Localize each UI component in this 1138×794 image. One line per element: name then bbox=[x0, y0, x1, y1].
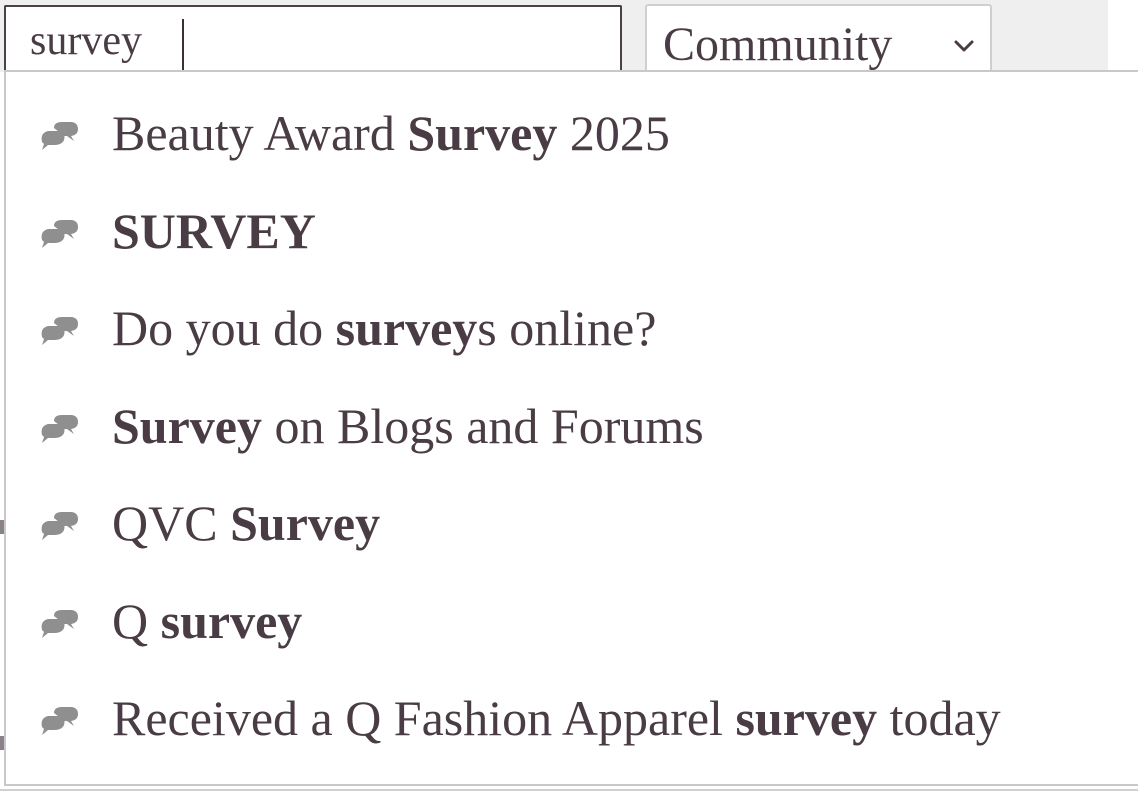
suggestions-dropdown: Beauty Award Survey 2025 SURVEY Do you do … bbox=[4, 70, 1138, 786]
suggestion-text-part: Beauty Award bbox=[112, 105, 408, 161]
chat-bubbles-icon bbox=[41, 317, 78, 345]
match-highlight: Survey bbox=[407, 105, 558, 161]
suggestion-label: Beauty Award Survey 2025 bbox=[112, 100, 670, 166]
suggestion-item[interactable]: QVC Survey bbox=[6, 476, 1136, 572]
suggestion-text-part: on Blogs and Forums bbox=[262, 397, 704, 454]
suggestion-item[interactable]: Received a Q Fashion Apparel survey toda… bbox=[6, 671, 1136, 767]
chat-bubbles-icon bbox=[41, 122, 78, 150]
match-highlight: Survey bbox=[112, 397, 262, 454]
chat-bubbles-icon bbox=[41, 609, 78, 638]
divider bbox=[0, 789, 1138, 791]
suggestion-label: Received a Q Fashion Apparel survey toda… bbox=[112, 685, 1001, 751]
suggestion-item[interactable]: SURVEY bbox=[6, 184, 1136, 280]
suggestion-text-part: 2025 bbox=[557, 105, 670, 161]
match-highlight: survey bbox=[735, 690, 878, 746]
suggestion-item[interactable]: Do you do surveys online? bbox=[6, 281, 1136, 377]
scope-selected-label: Community bbox=[663, 18, 893, 71]
suggestion-item[interactable]: Beauty Award Survey 2025 bbox=[6, 86, 1136, 182]
chat-bubbles-icon bbox=[41, 414, 78, 443]
suggestion-text-part: Do you do bbox=[112, 300, 336, 356]
match-highlight: survey bbox=[335, 300, 478, 356]
match-highlight: Survey bbox=[230, 495, 381, 551]
suggestion-label: QVC Survey bbox=[112, 490, 380, 556]
suggestion-item[interactable]: Q survey bbox=[6, 574, 1136, 670]
text-caret bbox=[182, 19, 184, 71]
search-input[interactable] bbox=[30, 11, 590, 71]
suggestion-label: SURVEY bbox=[112, 198, 316, 264]
search-box[interactable] bbox=[4, 5, 622, 75]
suggestion-label: Survey on Blogs and Forums bbox=[112, 393, 704, 459]
match-highlight: survey bbox=[160, 592, 303, 649]
suggestion-text-part: QVC bbox=[112, 495, 231, 551]
suggestion-label: Do you do surveys online? bbox=[112, 295, 656, 361]
suggestion-text-part: today bbox=[877, 690, 1001, 746]
suggestion-label: Q survey bbox=[112, 588, 302, 654]
chat-bubbles-icon bbox=[41, 219, 78, 248]
suggestion-item[interactable]: Survey on Blogs and Forums bbox=[6, 379, 1136, 475]
suggestion-text-part: Q bbox=[112, 592, 161, 649]
chat-bubbles-icon bbox=[41, 512, 78, 540]
suggestion-text-part: Received a Q Fashion Apparel bbox=[112, 690, 736, 746]
chevron-down-icon bbox=[954, 40, 974, 52]
chat-bubbles-icon bbox=[41, 707, 78, 735]
suggestion-text-part: s online? bbox=[477, 300, 657, 356]
scope-dropdown[interactable]: Community bbox=[645, 4, 992, 74]
match-highlight: SURVEY bbox=[112, 202, 316, 259]
